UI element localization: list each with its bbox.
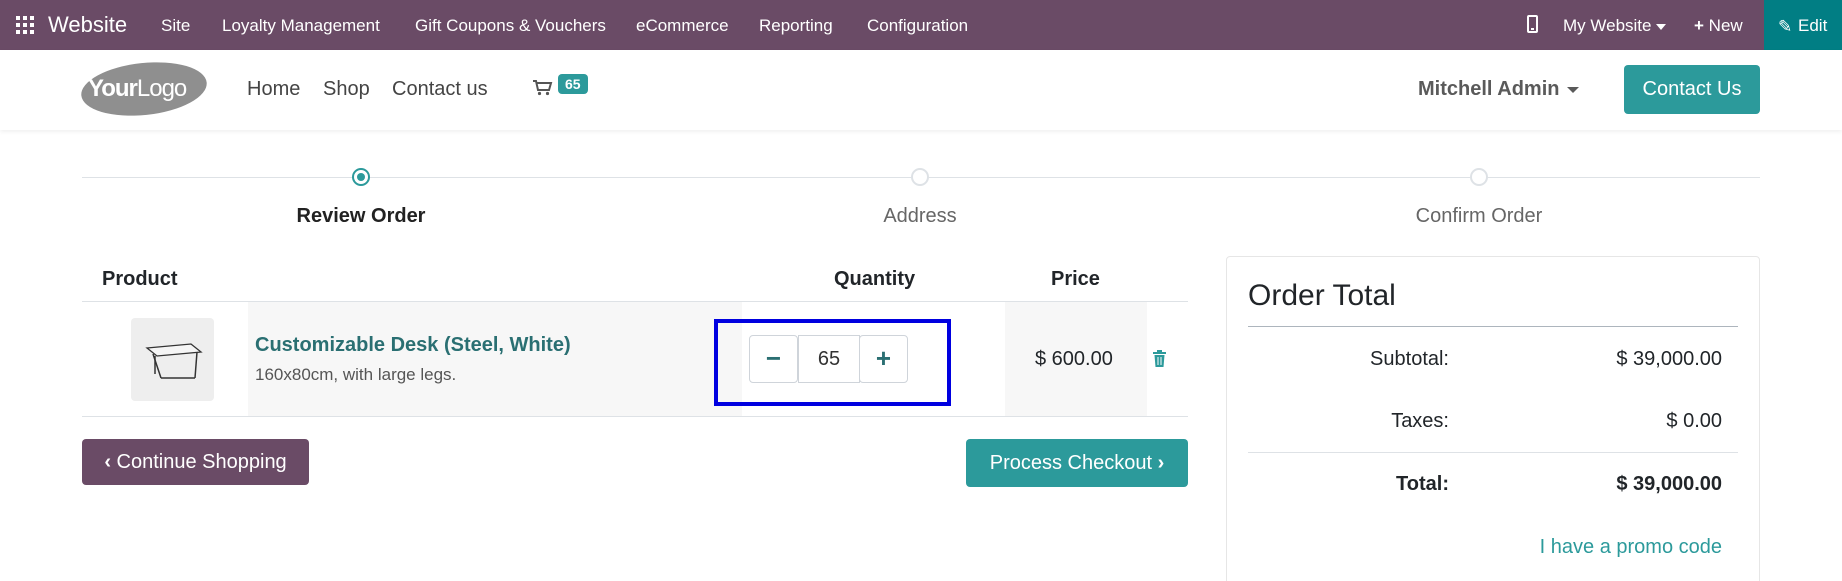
menu-loyalty-management[interactable]: Loyalty Management — [222, 16, 380, 36]
pencil-icon: ✎ — [1778, 17, 1793, 36]
app-brand[interactable]: Website — [48, 12, 127, 38]
promo-code-link[interactable]: I have a promo code — [1482, 536, 1722, 559]
taxes-label: Taxes: — [1391, 410, 1449, 432]
total-label: Total: — [1396, 473, 1449, 495]
nav-shop[interactable]: Shop — [323, 78, 370, 101]
table-row-bg — [248, 302, 742, 416]
column-header-product: Product — [102, 268, 178, 290]
menu-reporting[interactable]: Reporting — [759, 16, 833, 36]
new-button[interactable]: + New — [1694, 16, 1743, 36]
table-row-divider — [82, 416, 1188, 417]
caret-down-icon — [1655, 23, 1666, 30]
desk-image — [145, 343, 203, 379]
total-value: $ 39,000.00 — [1616, 473, 1722, 495]
minus-icon: − — [765, 343, 782, 373]
logo-text-bold: Your — [88, 75, 138, 102]
menu-site[interactable]: Site — [161, 16, 190, 36]
plus-icon: + — [875, 343, 892, 373]
edit-button-label: Edit — [1798, 16, 1828, 35]
mobile-preview-icon[interactable] — [1527, 15, 1538, 33]
column-header-quantity: Quantity — [834, 268, 916, 290]
chevron-left-icon: ‹ — [104, 451, 111, 473]
user-menu[interactable]: Mitchell Admin — [1418, 78, 1580, 101]
nav-home[interactable]: Home — [247, 78, 300, 101]
order-total-divider — [1248, 452, 1738, 453]
product-thumbnail[interactable] — [131, 318, 214, 401]
cart-icon[interactable] — [533, 80, 553, 96]
process-checkout-label: Process Checkout — [989, 452, 1153, 474]
taxes-value: $ 0.00 — [1666, 410, 1722, 432]
step-dot-address — [911, 168, 929, 186]
nav-contact-us[interactable]: Contact us — [392, 78, 488, 101]
product-name-link[interactable]: Customizable Desk (Steel, White) — [255, 334, 571, 357]
step-address: Address — [883, 205, 957, 227]
quantity-increase-button[interactable]: + — [859, 335, 908, 383]
step-dot-confirm-order — [1470, 168, 1488, 186]
order-total-title: Order Total — [1248, 279, 1396, 312]
trash-icon[interactable] — [1152, 350, 1167, 367]
plus-icon: + — [1694, 16, 1704, 35]
website-selector[interactable]: My Website — [1563, 16, 1666, 36]
user-name: Mitchell Admin — [1418, 78, 1560, 100]
contact-us-button[interactable]: Contact Us — [1624, 65, 1760, 114]
step-confirm-order: Confirm Order — [1415, 205, 1543, 227]
product-description: 160x80cm, with large legs. — [255, 365, 457, 384]
menu-configuration[interactable]: Configuration — [867, 16, 968, 36]
continue-shopping-label: Continue Shopping — [116, 451, 287, 473]
apps-grid-icon[interactable] — [16, 16, 34, 34]
site-header: YourLogo Home Shop Contact us 65 Mitchel… — [0, 50, 1842, 130]
subtotal-value: $ 39,000.00 — [1616, 348, 1722, 370]
subtotal-label: Subtotal: — [1370, 348, 1449, 370]
menu-gift-coupons[interactable]: Gift Coupons & Vouchers — [415, 16, 606, 36]
column-header-price: Price — [1051, 268, 1100, 290]
step-review-order: Review Order — [296, 205, 426, 227]
chevron-right-icon: › — [1157, 452, 1165, 474]
menu-ecommerce[interactable]: eCommerce — [636, 16, 729, 36]
order-total-title-divider — [1248, 326, 1738, 327]
process-checkout-button[interactable]: Process Checkout › — [966, 439, 1188, 487]
new-button-label: New — [1708, 16, 1743, 35]
quantity-decrease-button[interactable]: − — [749, 335, 798, 383]
step-dot-review-order — [352, 168, 370, 186]
logo-text: YourLogo — [88, 75, 187, 103]
edit-button[interactable]: ✎ Edit — [1764, 0, 1842, 50]
logo-text-light: Logo — [136, 75, 187, 102]
caret-down-icon — [1567, 86, 1580, 93]
website-selector-label: My Website — [1563, 16, 1652, 35]
cart-count-badge[interactable]: 65 — [558, 74, 588, 94]
product-price: $ 600.00 — [1035, 348, 1113, 370]
continue-shopping-button[interactable]: ‹ Continue Shopping — [82, 439, 309, 485]
quantity-input[interactable]: 65 — [798, 335, 860, 383]
admin-topbar: Website Site Loyalty Management Gift Cou… — [0, 0, 1842, 50]
